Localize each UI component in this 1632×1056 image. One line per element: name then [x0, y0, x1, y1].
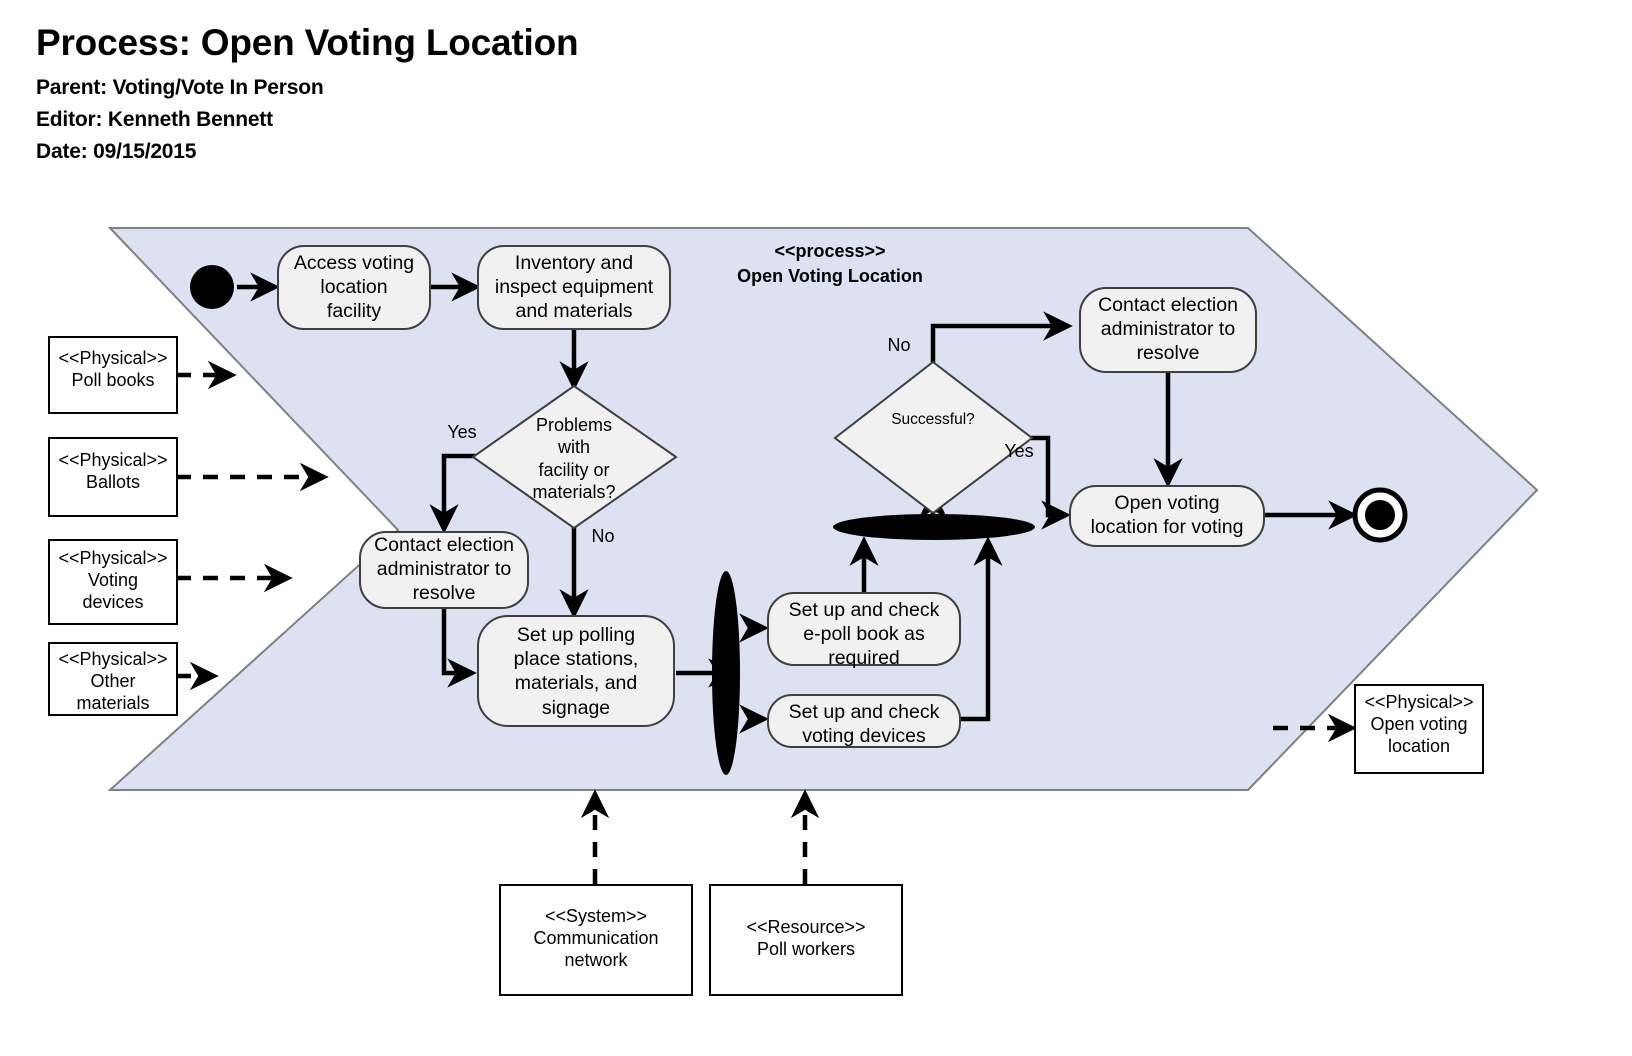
activity-open-location[interactable]: [1069, 485, 1265, 547]
initial-node: [190, 265, 234, 309]
parent-label: Parent: Voting/Vote In Person: [36, 76, 324, 99]
fork-bar: [712, 571, 740, 775]
page-title: Process: Open Voting Location: [36, 22, 579, 63]
activity-contact-admin-1[interactable]: [359, 531, 529, 609]
object-poll-workers[interactable]: [709, 884, 903, 996]
object-ballots[interactable]: [48, 437, 178, 517]
activity-setup-epoll-book[interactable]: [767, 592, 961, 666]
object-other-materials[interactable]: [48, 642, 178, 716]
object-voting-devices[interactable]: [48, 539, 178, 625]
activity-inventory-inspect[interactable]: [477, 245, 671, 330]
final-node-core: [1365, 500, 1395, 530]
object-poll-books[interactable]: [48, 336, 178, 414]
object-communication-network[interactable]: [499, 884, 693, 996]
object-open-voting-location[interactable]: [1354, 684, 1484, 774]
join-bar: [833, 514, 1035, 540]
editor-label: Editor: Kenneth Bennett: [36, 108, 273, 131]
date-label: Date: 09/15/2015: [36, 140, 197, 163]
activity-setup-polling-place[interactable]: [477, 615, 675, 727]
activity-access-facility[interactable]: [277, 245, 431, 330]
activity-contact-admin-2[interactable]: [1079, 287, 1257, 373]
activity-setup-voting-devices[interactable]: [767, 694, 961, 748]
activity-diagram-canvas: [48, 227, 1539, 996]
